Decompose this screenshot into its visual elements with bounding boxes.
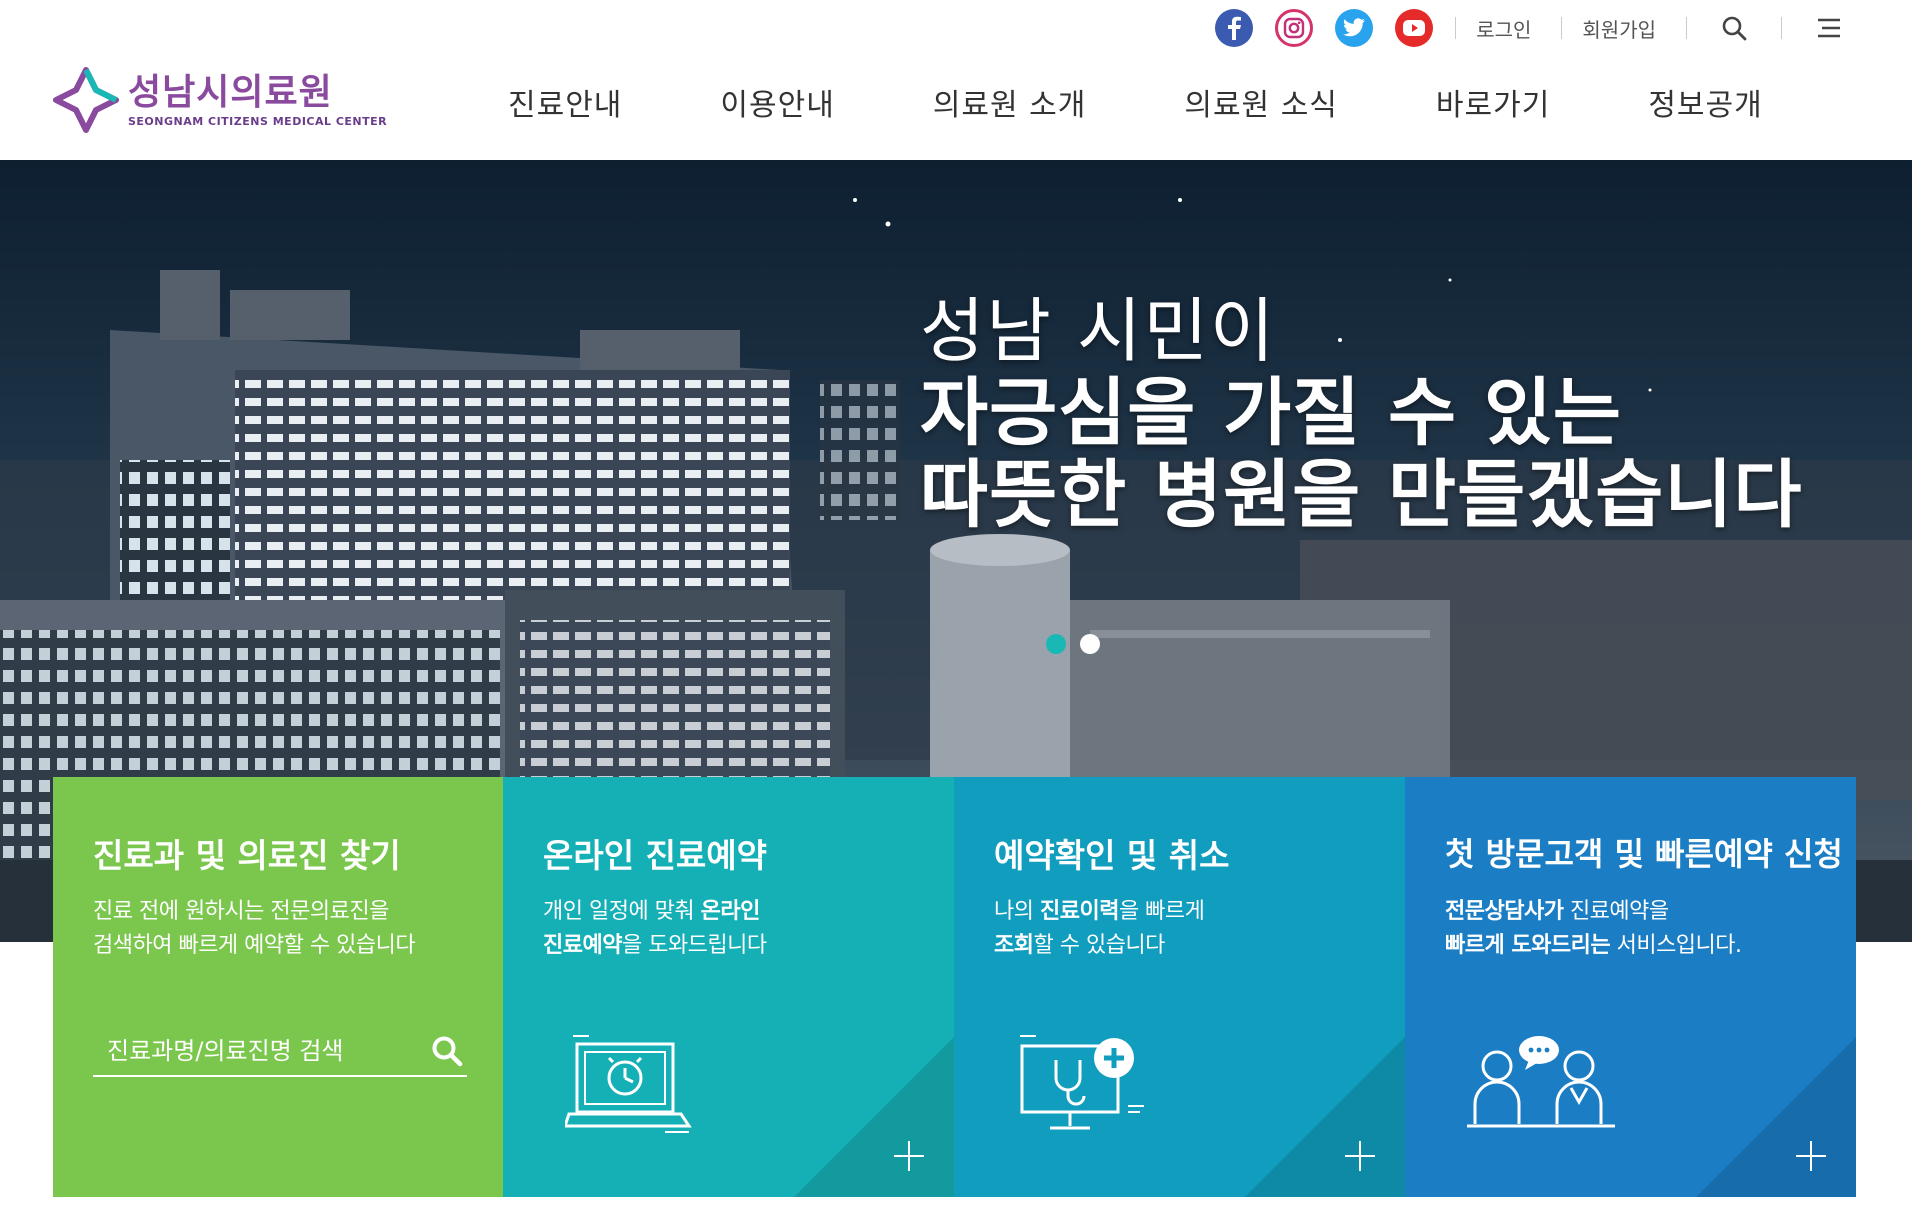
card-desc-text: 서비스입니다. — [1610, 933, 1742, 958]
search-icon[interactable] — [431, 1035, 463, 1071]
divider — [1781, 17, 1782, 39]
hero-headline: 성남 시민이 자긍심을 가질 수 있는 따뜻한 병원을 만들겠습니다 — [920, 290, 1802, 536]
nav-item-disclosure[interactable]: 정보공개 — [1648, 80, 1762, 124]
card-desc-line: 검색하여 빠르게 예약할 수 있습니다 — [93, 933, 416, 958]
divider — [1561, 17, 1563, 39]
card-description: 전문상담사가 진료예약을 빠르게 도와드리는 서비스입니다. — [1445, 895, 1742, 963]
monitor-stethoscope-icon — [1020, 1035, 1144, 1130]
card-desc-emphasis: 조회 — [994, 933, 1034, 958]
plus-icon[interactable] — [1345, 1141, 1375, 1171]
card-desc-text: 진료예약을 — [1563, 899, 1669, 924]
card-title: 진료과 및 의료진 찾기 — [93, 836, 401, 875]
divider — [1686, 17, 1687, 39]
quick-service-cards: 진료과 및 의료진 찾기 진료 전에 원하시는 전문의료진을 검색하여 빠르게 … — [53, 777, 1856, 1197]
utility-bar: 로그인 회원가입 — [1215, 6, 1842, 50]
hero-line-1: 성남 시민이 — [920, 290, 1277, 372]
card-desc-emphasis: 빠르게 도와드리는 — [1445, 933, 1611, 958]
consultation-icon — [1467, 1036, 1615, 1128]
divider — [1455, 17, 1457, 39]
card-desc-line: 진료 전에 원하시는 전문의료진을 — [93, 899, 389, 924]
slide-dot-1[interactable] — [1046, 634, 1066, 654]
site-header: 성남시의료원 SEONGNAM CITIZENS MEDICAL CENTER … — [0, 0, 1912, 160]
search-icon[interactable] — [1721, 15, 1747, 41]
card-desc-text: 을 도와드립니다 — [621, 933, 767, 958]
card-title: 첫 방문고객 및 빠른예약 신청 — [1445, 835, 1843, 873]
card-desc-emphasis: 온라인 — [700, 899, 761, 924]
facebook-icon[interactable] — [1215, 9, 1254, 47]
card-decoration — [1696, 1037, 1856, 1197]
card-desc-emphasis: 진료예약 — [543, 933, 622, 958]
card-first-visit[interactable]: 첫 방문고객 및 빠른예약 신청 전문상담사가 진료예약을 빠르게 도와드리는 … — [1405, 777, 1856, 1197]
plus-icon[interactable] — [894, 1141, 924, 1171]
card-desc-emphasis: 전문상담사가 — [1445, 899, 1564, 924]
card-desc-text: 을 빠르게 — [1118, 899, 1205, 924]
nav-item-usage-guide[interactable]: 이용안내 — [720, 80, 834, 124]
card-decoration — [794, 1037, 954, 1197]
youtube-icon[interactable] — [1395, 9, 1434, 47]
hero-line-2: 자긍심을 가질 수 있는 — [920, 370, 1623, 456]
hero-line-3: 따뜻한 병원을 만들겠습니다 — [920, 452, 1803, 538]
card-desc-text: 나의 — [994, 899, 1040, 924]
menu-icon[interactable] — [1816, 17, 1842, 39]
card-desc-text: 개인 일정에 맞춰 — [543, 899, 701, 924]
doctor-search-input[interactable] — [93, 1036, 409, 1066]
login-link[interactable]: 로그인 — [1476, 14, 1531, 43]
nav-item-shortcuts[interactable]: 바로가기 — [1436, 80, 1550, 124]
card-online-reservation[interactable]: 온라인 진료예약 개인 일정에 맞춰 온라인 진료예약을 도와드립니다 — [503, 777, 954, 1197]
nav-item-treatment-guide[interactable]: 진료안내 — [508, 80, 622, 124]
card-description: 진료 전에 원하시는 전문의료진을 검색하여 빠르게 예약할 수 있습니다 — [93, 895, 416, 963]
card-description: 개인 일정에 맞춰 온라인 진료예약을 도와드립니다 — [543, 895, 767, 963]
logo-mark-icon — [53, 67, 119, 133]
card-decoration — [1245, 1037, 1405, 1197]
plus-icon[interactable] — [1796, 1141, 1826, 1171]
slider-pagination — [1046, 634, 1114, 654]
card-title: 온라인 진료예약 — [543, 836, 768, 875]
nav-item-about[interactable]: 의료원 소개 — [933, 80, 1087, 124]
card-desc-text: 할 수 있습니다 — [1033, 933, 1165, 958]
site-logo[interactable]: 성남시의료원 SEONGNAM CITIZENS MEDICAL CENTER — [52, 66, 387, 134]
slide-dot-2[interactable] — [1080, 634, 1100, 654]
nav-item-news[interactable]: 의료원 소식 — [1184, 80, 1338, 124]
card-title: 예약확인 및 취소 — [994, 836, 1230, 875]
card-desc-emphasis: 진료이력 — [1039, 899, 1119, 924]
laptop-clock-icon — [565, 1035, 692, 1133]
logo-subtitle: SEONGNAM CITIZENS MEDICAL CENTER — [128, 114, 388, 128]
instagram-icon[interactable] — [1275, 9, 1314, 47]
main-nav: 진료안내 이용안내 의료원 소개 의료원 소식 바로가기 정보공개 — [508, 80, 1763, 124]
card-description: 나의 진료이력을 빠르게 조회할 수 있습니다 — [994, 895, 1205, 963]
logo-name: 성남시의료원 — [128, 71, 333, 113]
card-reservation-check[interactable]: 예약확인 및 취소 나의 진료이력을 빠르게 조회할 수 있습니다 — [954, 777, 1405, 1197]
twitter-icon[interactable] — [1335, 9, 1374, 47]
doctor-search-box — [93, 1027, 467, 1077]
signup-link[interactable]: 회원가입 — [1582, 14, 1656, 43]
card-find-doctor: 진료과 및 의료진 찾기 진료 전에 원하시는 전문의료진을 검색하여 빠르게 … — [53, 777, 503, 1197]
